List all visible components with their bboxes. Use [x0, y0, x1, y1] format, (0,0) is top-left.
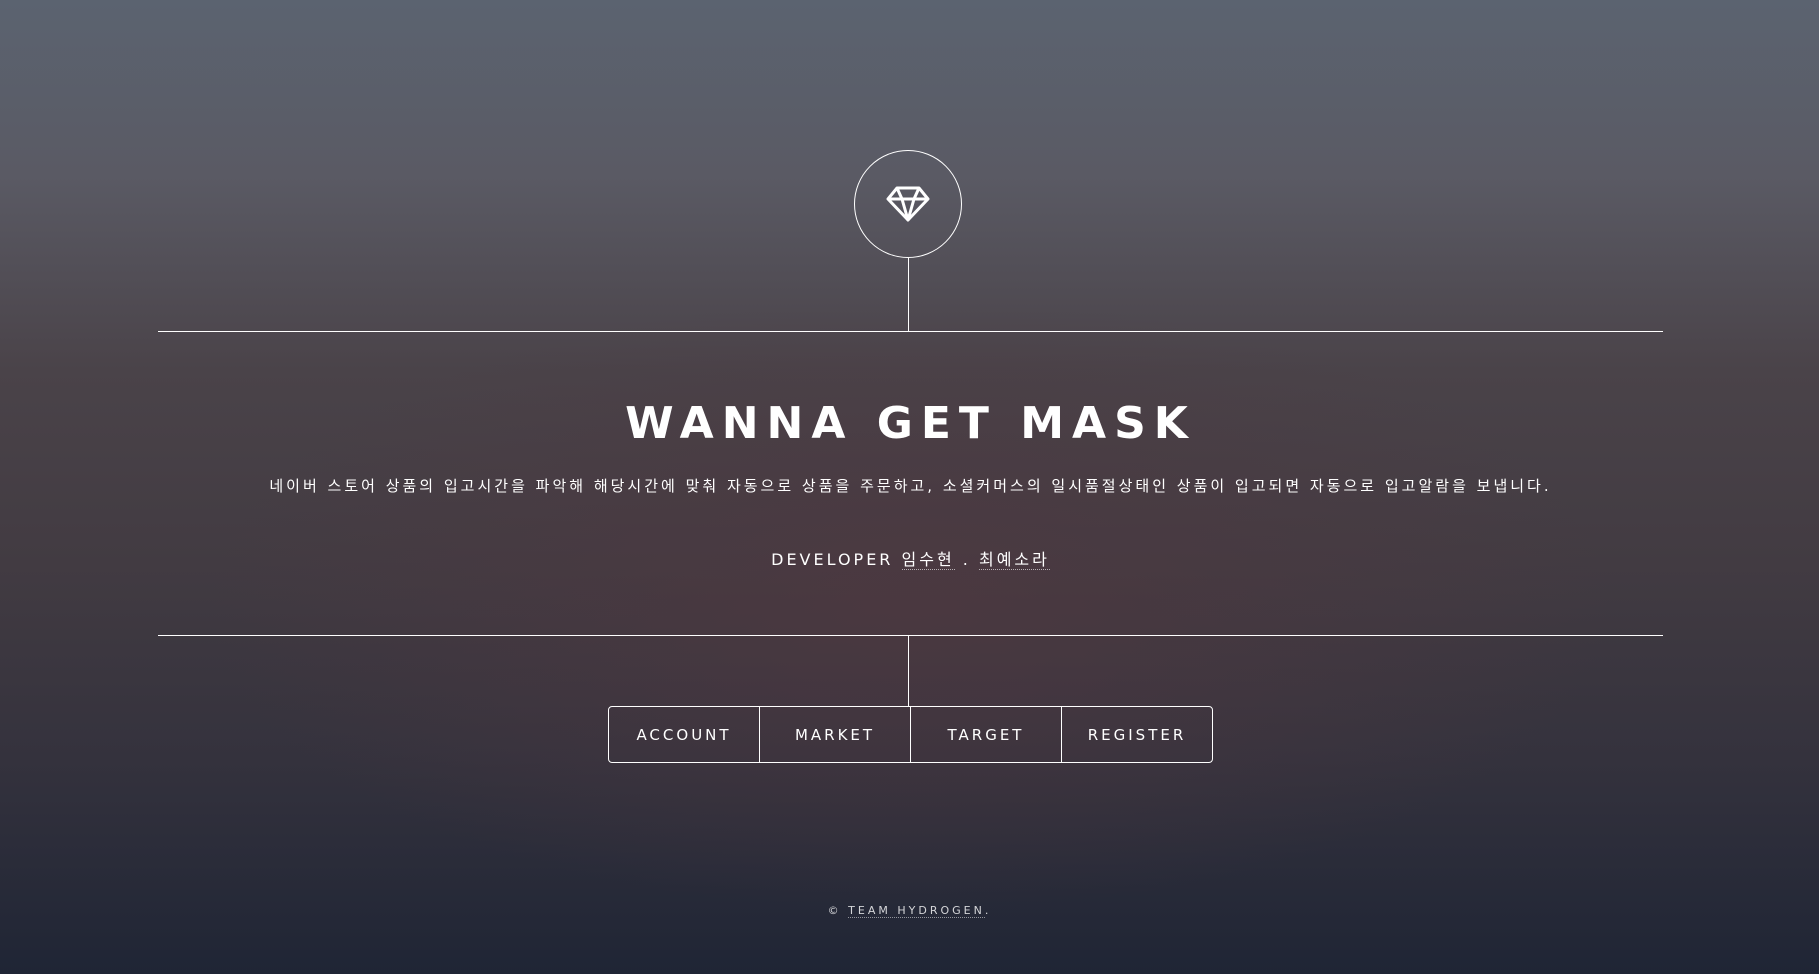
connector-line-top [908, 258, 909, 331]
main-nav: ACCOUNT MARKET TARGET REGISTER [608, 706, 1213, 763]
developer-link-1[interactable]: 임수현 [901, 550, 955, 570]
developer-credits: DEVELOPER 임수현 . 최예소라 [158, 547, 1663, 573]
header-content: WANNA GET MASK 네이버 스토어 상품의 입고시간을 파악해 해당시… [158, 332, 1663, 635]
developer-separator: . [962, 550, 971, 569]
divider-bottom [158, 635, 1663, 636]
footer-suffix: . [984, 904, 992, 917]
developer-label: DEVELOPER [771, 550, 894, 569]
diamond-icon [886, 186, 930, 222]
page-description: 네이버 스토어 상품의 입고시간을 파악해 해당시간에 맞춰 자동으로 상품을 … [269, 477, 1552, 495]
nav-account[interactable]: ACCOUNT [609, 707, 759, 762]
copyright-symbol: © [827, 904, 842, 917]
page-title: WANNA GET MASK [625, 398, 1196, 449]
logo [854, 150, 962, 258]
team-link[interactable]: TEAM HYDROGEN [848, 904, 985, 918]
nav-market[interactable]: MARKET [759, 707, 910, 762]
nav-register[interactable]: REGISTER [1061, 707, 1212, 762]
footer: © TEAM HYDROGEN. [0, 904, 1819, 918]
connector-line-bottom [908, 636, 909, 706]
nav-target[interactable]: TARGET [910, 707, 1061, 762]
developer-link-2[interactable]: 최예소라 [978, 550, 1050, 570]
